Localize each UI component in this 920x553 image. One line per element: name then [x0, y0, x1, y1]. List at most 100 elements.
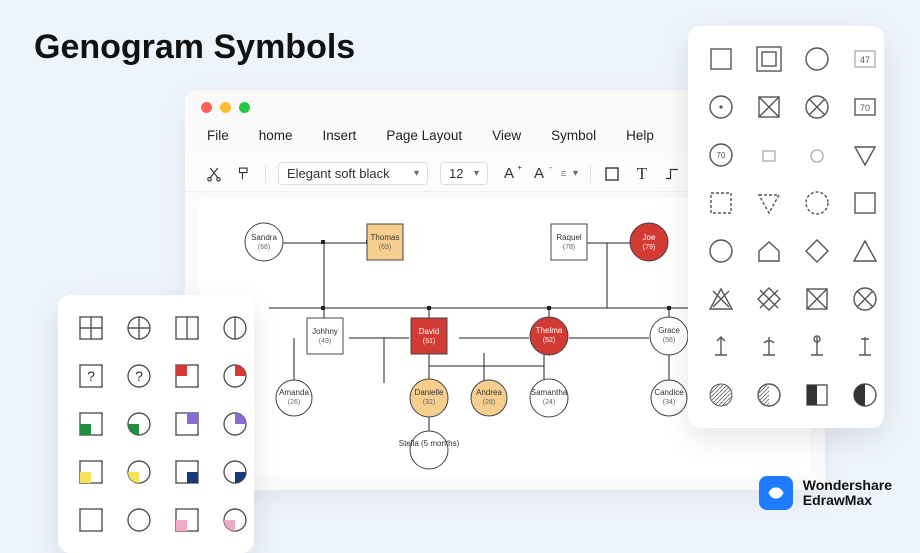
- sym-ci-plain-icon[interactable]: [120, 501, 158, 539]
- sym-split-ci-icon[interactable]: [216, 309, 254, 347]
- sym-quad-sq-icon[interactable]: [72, 309, 110, 347]
- sym-ci-purple-q-icon[interactable]: [216, 405, 254, 443]
- svg-text:47: 47: [860, 55, 870, 65]
- font-size-value: 12: [449, 166, 463, 181]
- node-amanda[interactable]: Amanda (26): [276, 380, 312, 416]
- menu-home[interactable]: home: [259, 128, 293, 143]
- symbol-square-plain-icon[interactable]: [846, 184, 884, 222]
- svg-text:(56): (56): [663, 337, 675, 344]
- symbol-stem3-icon[interactable]: [798, 328, 836, 366]
- symbol-triangle-up-icon[interactable]: [846, 232, 884, 270]
- sym-q-sq-icon[interactable]: ?: [72, 357, 110, 395]
- cut-icon[interactable]: [205, 165, 223, 183]
- format-painter-icon[interactable]: [235, 165, 253, 183]
- svg-text:70: 70: [717, 151, 726, 160]
- svg-text:Raquel: Raquel: [556, 233, 582, 242]
- symbol-square-icon[interactable]: [702, 40, 740, 78]
- symbol-ci-half-hatch-icon[interactable]: [750, 376, 788, 414]
- symbol-ci-half-fill-icon[interactable]: [846, 376, 884, 414]
- symbol-stem1-icon[interactable]: [702, 328, 740, 366]
- symbol-age-box-47-icon[interactable]: 47: [846, 40, 884, 78]
- sym-sq-green-corner-icon[interactable]: [72, 405, 110, 443]
- sym-q-ci-icon[interactable]: ?: [120, 357, 158, 395]
- shape-tool-icon[interactable]: [603, 165, 621, 183]
- sym-ci-red-q-icon[interactable]: [216, 357, 254, 395]
- sym-ci-navy-q-icon[interactable]: [216, 453, 254, 491]
- connector-tool-icon[interactable]: [663, 165, 681, 183]
- node-raquel[interactable]: Raquel (78): [551, 224, 587, 260]
- symbol-diamond-x-icon[interactable]: [750, 280, 788, 318]
- node-joe[interactable]: Joe (79): [630, 223, 668, 261]
- node-danielle[interactable]: Danielle (32): [410, 379, 448, 417]
- menu-symbol[interactable]: Symbol: [551, 128, 596, 143]
- symbol-small-sq-label-icon[interactable]: [750, 136, 788, 174]
- minimize-icon[interactable]: [220, 102, 231, 113]
- node-johhny[interactable]: Johhny (49): [307, 318, 343, 354]
- font-selector[interactable]: Elegant soft black ▾: [278, 162, 428, 185]
- node-andrea[interactable]: Andrea (28): [471, 380, 507, 416]
- node-thelma[interactable]: Thelma (52): [530, 317, 568, 355]
- sym-sq-red-corner-icon[interactable]: [168, 357, 206, 395]
- symbol-small-ci-label-icon[interactable]: [798, 136, 836, 174]
- symbol-tri-dashed-icon[interactable]: [750, 184, 788, 222]
- symbol-sq-x2-icon[interactable]: [798, 280, 836, 318]
- svg-text:Sandra: Sandra: [251, 233, 277, 242]
- menu-help[interactable]: Help: [626, 128, 654, 143]
- sym-sq-plain-icon[interactable]: [72, 501, 110, 539]
- svg-text:Stella (5 months): Stella (5 months): [399, 439, 460, 448]
- symbol-circle-icon[interactable]: [798, 40, 836, 78]
- close-icon[interactable]: [201, 102, 212, 113]
- font-size-selector[interactable]: 12 ▾: [440, 162, 488, 185]
- symbol-stem2-icon[interactable]: [750, 328, 788, 366]
- symbol-circle-dashed-icon[interactable]: [798, 184, 836, 222]
- maximize-icon[interactable]: [239, 102, 250, 113]
- sym-quad-ci-icon[interactable]: [120, 309, 158, 347]
- sym-sq-purple-corner-icon[interactable]: [168, 405, 206, 443]
- symbol-square-x-icon[interactable]: [750, 88, 788, 126]
- svg-text:Grace: Grace: [658, 326, 680, 335]
- svg-text:David: David: [419, 327, 439, 336]
- symbol-sq-half-fill-icon[interactable]: [798, 376, 836, 414]
- text-tool-icon[interactable]: T: [633, 165, 651, 183]
- symbol-tri-x-icon[interactable]: [702, 280, 740, 318]
- menu-file[interactable]: File: [207, 128, 229, 143]
- sym-sq-yellow-corner-icon[interactable]: [72, 453, 110, 491]
- symbol-ci-hatch-icon[interactable]: [702, 376, 740, 414]
- sym-ci-green-q-icon[interactable]: [120, 405, 158, 443]
- sym-split-sq-icon[interactable]: [168, 309, 206, 347]
- sym-ci-yellow-q-icon[interactable]: [120, 453, 158, 491]
- symbol-age-box-70-icon[interactable]: 70: [846, 88, 884, 126]
- node-candice[interactable]: Candice (34): [651, 380, 687, 416]
- node-thomas[interactable]: Thomas (69): [367, 224, 403, 260]
- sym-ci-pink-q-icon[interactable]: [216, 501, 254, 539]
- symbol-square-outer-icon[interactable]: [750, 40, 788, 78]
- symbol-circle-icon-2[interactable]: [702, 232, 740, 270]
- node-grace[interactable]: Grace (56): [650, 317, 688, 355]
- menu-view[interactable]: View: [492, 128, 521, 143]
- menu-insert[interactable]: Insert: [323, 128, 357, 143]
- symbol-square-dashed-icon[interactable]: [702, 184, 740, 222]
- brand: Wondershare EdrawMax: [759, 476, 892, 510]
- svg-text:Amanda: Amanda: [279, 388, 309, 397]
- toolbar-divider: [590, 165, 591, 183]
- align-icon[interactable]: ▾: [560, 165, 578, 183]
- sym-sq-pink-corner-icon[interactable]: [168, 501, 206, 539]
- symbol-age-circle-70-icon[interactable]: 70: [702, 136, 740, 174]
- node-samantha[interactable]: Samantha (24): [530, 379, 568, 417]
- svg-text:(24): (24): [543, 399, 555, 406]
- increase-size-icon[interactable]: A+: [500, 165, 518, 183]
- decrease-size-icon[interactable]: A-: [530, 165, 548, 183]
- sym-sq-navy-corner-icon[interactable]: [168, 453, 206, 491]
- symbol-ci-x2-icon[interactable]: [846, 280, 884, 318]
- symbol-diamond-icon[interactable]: [798, 232, 836, 270]
- symbol-house-icon[interactable]: [750, 232, 788, 270]
- menu-page-layout[interactable]: Page Layout: [386, 128, 462, 143]
- node-stella[interactable]: Stella (5 months): [399, 431, 460, 469]
- symbol-stem4-icon[interactable]: [846, 328, 884, 366]
- symbol-circle-x-icon[interactable]: [798, 88, 836, 126]
- node-david[interactable]: David (51): [411, 318, 447, 354]
- symbol-triangle-down-icon[interactable]: [846, 136, 884, 174]
- symbol-circle-dot-icon[interactable]: [702, 88, 740, 126]
- svg-text:70: 70: [860, 103, 870, 113]
- node-sandra[interactable]: Sandra (68): [245, 223, 283, 261]
